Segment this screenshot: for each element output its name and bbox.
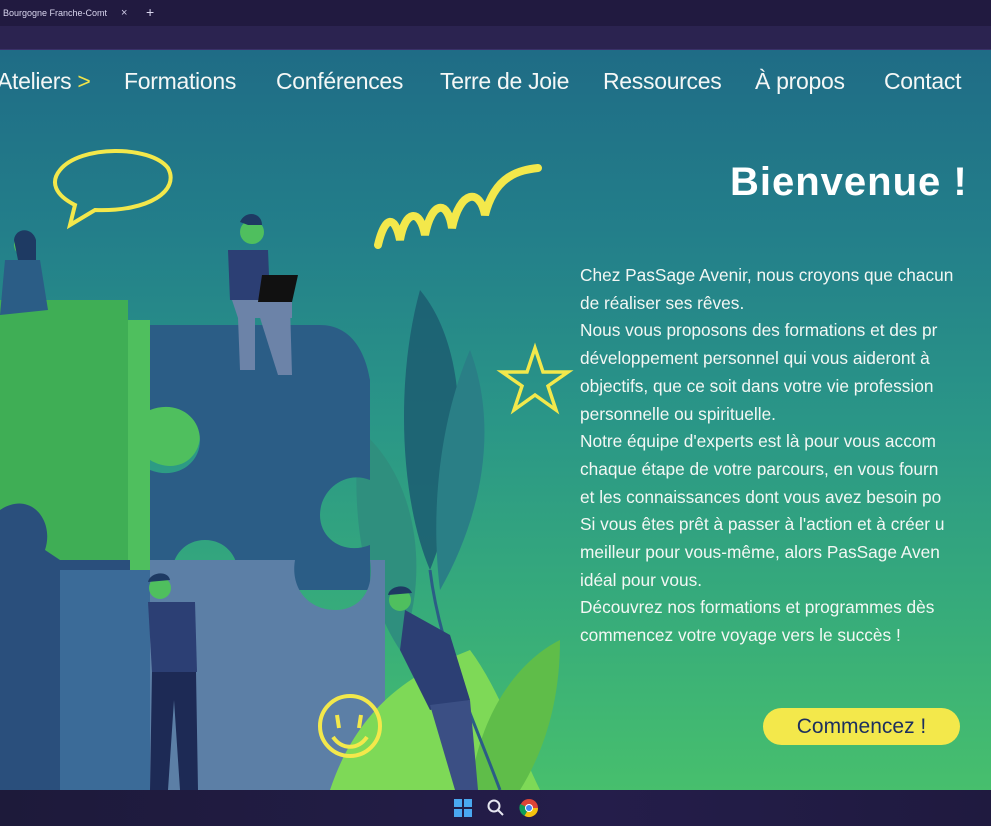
intro-line: chaque étape de votre parcours, en vous … [580, 458, 939, 479]
nav-item-ateliers[interactable]: Ateliers > [0, 68, 91, 95]
nav-item-label: Ateliers [0, 68, 72, 94]
intro-line: Notre équipe d'experts est là pour vous … [580, 431, 936, 452]
intro-line: meilleur pour vous-même, alors PasSage A… [580, 542, 940, 563]
intro-line: Nous vous proposons des formations et de… [580, 320, 938, 341]
intro-line: Si vous êtes prêt à passer à l'action et… [580, 514, 945, 535]
intro-line: idéal pour vous. [580, 569, 703, 590]
nav-item-conferences[interactable]: Conférences [276, 68, 403, 95]
windows-start-icon[interactable] [453, 798, 473, 818]
web-page: Ateliers > Formations Conférences Terre … [0, 50, 991, 790]
tab-title: Bourgogne Franche-Comt [3, 8, 108, 18]
intro-line: Découvrez nos formations et programmes d… [580, 597, 935, 618]
intro-line: commencez votre voyage vers le succès ! [580, 625, 901, 646]
intro-line: développement personnel qui vous aideron… [580, 348, 930, 369]
chrome-icon[interactable] [519, 798, 539, 818]
search-icon[interactable] [486, 798, 506, 818]
intro-line: objectifs, que ce soit dans votre vie pr… [580, 375, 934, 396]
nav-item-terre-de-joie[interactable]: Terre de Joie [440, 68, 569, 95]
nav-item-formations[interactable]: Formations [124, 68, 236, 95]
new-tab-button[interactable]: + [146, 4, 154, 20]
nav-item-contact[interactable]: Contact [884, 68, 961, 95]
main-nav: Ateliers > Formations Conférences Terre … [0, 50, 991, 116]
intro-line: et les connaissances dont vous avez beso… [580, 486, 942, 507]
browser-tab[interactable]: Bourgogne Franche-Comt × [0, 0, 139, 26]
nav-item-ressources[interactable]: Ressources [603, 68, 722, 95]
address-bar[interactable] [0, 26, 991, 50]
page-title: Bienvenue ! [730, 160, 968, 204]
commencez-button[interactable]: Commencez ! [763, 708, 960, 745]
browser-tab-bar: Bourgogne Franche-Comt × + [0, 0, 991, 26]
os-taskbar [0, 790, 991, 826]
intro-line: personnelle ou spirituelle. [580, 403, 776, 424]
intro-text: Chez PasSage Avenir, nous croyons que ch… [580, 262, 991, 650]
intro-line: Chez PasSage Avenir, nous croyons que ch… [580, 265, 954, 285]
close-tab-icon[interactable]: × [121, 7, 127, 19]
intro-line: de réaliser ses rêves. [580, 292, 745, 313]
nav-item-a-propos[interactable]: À propos [755, 68, 845, 95]
hero-illustration [0, 149, 574, 790]
chevron-right-icon: > [77, 68, 91, 94]
